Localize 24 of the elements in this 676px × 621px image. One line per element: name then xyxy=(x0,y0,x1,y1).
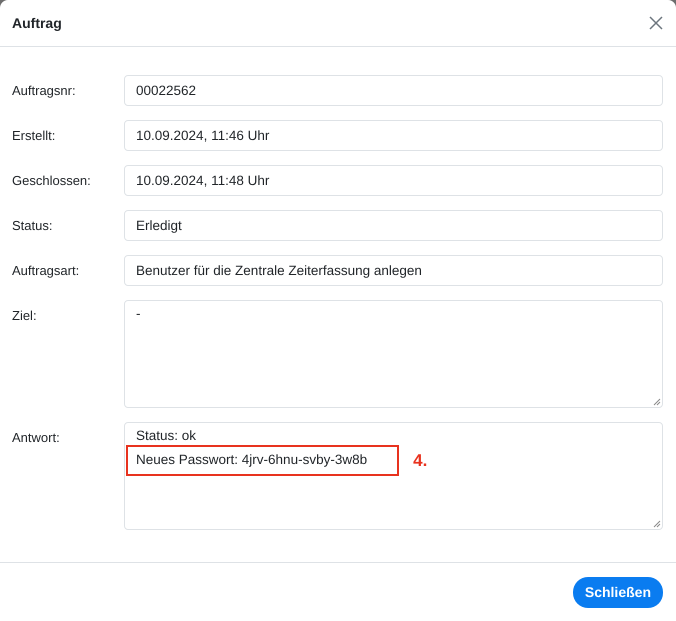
input-field[interactable]: 10.09.2024, 11:48 Uhr xyxy=(124,165,663,196)
input-field[interactable]: 00022562 xyxy=(124,75,663,106)
close-dialog-button[interactable]: Schließen xyxy=(572,576,663,608)
close-icon xyxy=(648,15,664,31)
input-field[interactable]: 10.09.2024, 11:46 Uhr xyxy=(124,120,663,151)
text-line: - xyxy=(135,305,140,323)
field-label: Auftragsnr: xyxy=(12,82,77,100)
field-label: Ziel: xyxy=(12,307,38,325)
field-label: Erstellt: xyxy=(12,127,56,145)
resize-handle-icon[interactable] xyxy=(653,520,661,528)
annotation-number: 4. xyxy=(413,450,428,470)
text-line: Status: ok xyxy=(135,427,196,445)
field-label: Auftragsart: xyxy=(12,262,80,280)
input-field[interactable]: Erledigt xyxy=(124,210,663,241)
text-area[interactable]: Status: ok Neues Passwort: 4jrv-6hnu-svby-3w8b 4. xyxy=(124,422,663,530)
text-line: Neues Passwort: 4jrv-6hnu-svby-3w8b xyxy=(135,452,368,467)
input-field[interactable]: Benutzer für die Zentrale Zeiterfassung anlegen xyxy=(124,255,663,286)
field-label: Status: xyxy=(12,217,54,235)
resize-handle-icon[interactable] xyxy=(653,398,661,406)
text-area[interactable]: - xyxy=(124,300,663,408)
dialog-title: Auftrag xyxy=(12,15,62,31)
close-button[interactable] xyxy=(648,15,664,31)
field-label: Geschlossen: xyxy=(12,172,92,190)
field-label: Antwort: xyxy=(12,429,61,447)
